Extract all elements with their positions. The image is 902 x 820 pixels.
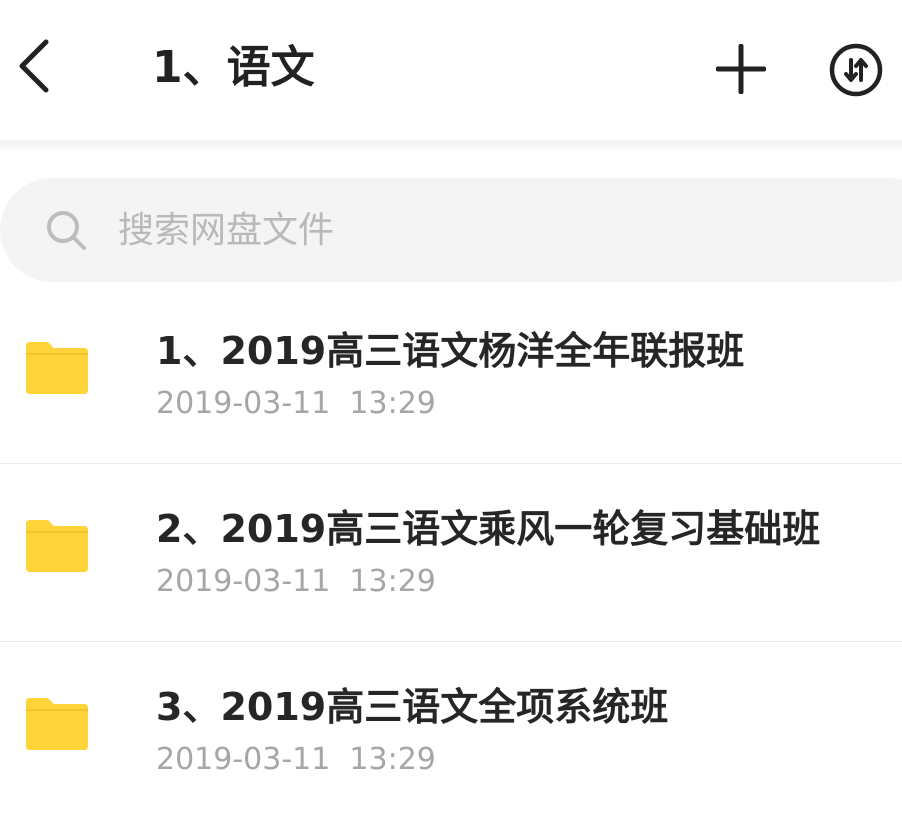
- file-list: 1、2019高三语文杨洋全年联报班 2019-03-11 13:29 2、201…: [0, 286, 902, 820]
- sort-button[interactable]: [826, 40, 886, 100]
- file-name: 2、2019高三语文乘风一轮复习基础班: [156, 507, 821, 551]
- file-name: 1、2019高三语文杨洋全年联报班: [156, 329, 745, 373]
- search-input[interactable]: [118, 200, 718, 260]
- add-button[interactable]: [712, 40, 770, 98]
- file-name: 3、2019高三语文全项系统班: [156, 685, 669, 729]
- search-icon: [47, 211, 86, 250]
- plus-icon: [716, 44, 766, 94]
- list-item[interactable]: 2、2019高三语文乘风一轮复习基础班 2019-03-11 13:29: [0, 464, 902, 642]
- page-title: 1、语文: [152, 42, 315, 93]
- file-date: 2019-03-11 13:29: [156, 386, 436, 421]
- back-button[interactable]: [12, 36, 56, 96]
- sort-arrows-icon: [829, 43, 883, 97]
- folder-icon: [26, 342, 88, 394]
- search-bar[interactable]: [0, 178, 902, 282]
- chevron-left-icon: [19, 39, 49, 93]
- list-item[interactable]: 1、2019高三语文杨洋全年联报班 2019-03-11 13:29: [0, 286, 902, 464]
- folder-icon: [26, 520, 88, 572]
- file-date: 2019-03-11 13:29: [156, 742, 436, 777]
- app-header: 1、语文: [0, 0, 902, 140]
- folder-icon: [26, 698, 88, 750]
- header-divider: [0, 140, 902, 154]
- file-date: 2019-03-11 13:29: [156, 564, 436, 599]
- list-item[interactable]: 3、2019高三语文全项系统班 2019-03-11 13:29: [0, 642, 902, 820]
